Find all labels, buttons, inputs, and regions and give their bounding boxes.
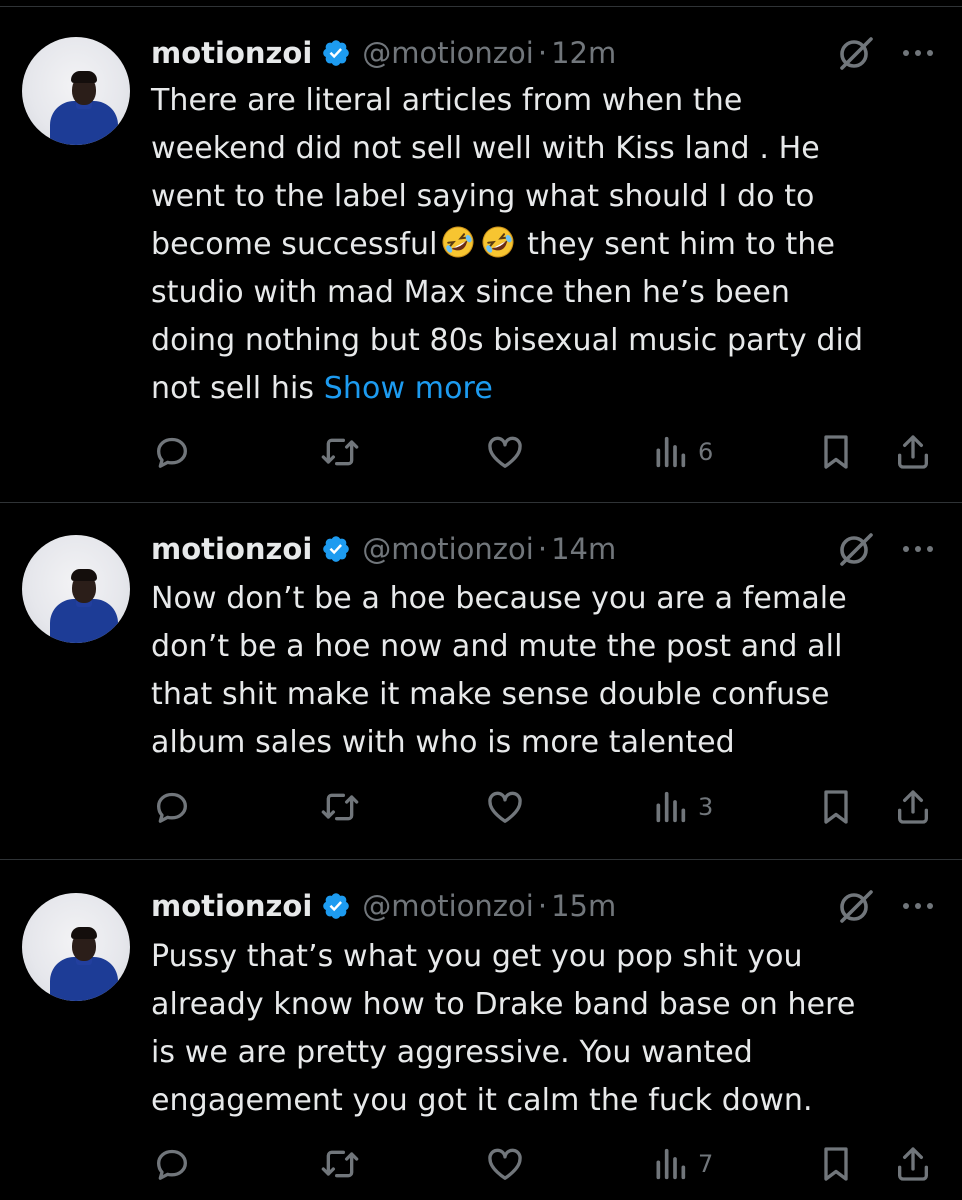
share-button[interactable] [893,1142,933,1186]
separator: · [537,889,548,923]
more-icon[interactable] [898,529,938,569]
reply-button[interactable] [152,430,192,474]
retweet-button[interactable] [318,1142,362,1186]
tweet-line-last: not sell his Show more [151,365,941,413]
tweet-line: Pussy that’s what you get you pop shit y… [151,939,803,974]
share-icon [898,435,928,469]
views-button[interactable]: 3 [652,785,713,829]
views-icon [656,1148,686,1180]
separator: · [537,36,548,70]
top-divider [0,6,962,7]
bookmark-button[interactable] [818,785,854,829]
tweet-divider [0,502,962,503]
share-icon [898,1147,928,1181]
avatar[interactable] [22,893,130,1001]
tweet-line: engagement you got it calm the fuck down… [151,1083,813,1118]
retweet-icon [321,1150,359,1178]
bookmark-icon [824,790,848,824]
tweet-line: don’t be a hoe now and mute the post and… [151,629,843,664]
handle[interactable]: @motionzoi [362,532,534,566]
tweet-line: studio with mad Max since then he’s been [151,275,790,310]
retweet-button[interactable] [318,430,362,474]
timestamp[interactable]: 12m [551,36,616,70]
timestamp[interactable]: 15m [551,889,616,923]
verified-badge-icon [323,40,350,66]
timestamp[interactable]: 14m [551,532,616,566]
like-button[interactable] [484,430,526,474]
tweet-line-with-emoji: become successful they sent him to the [151,221,941,269]
tweet-line: is we are pretty aggressive. You wanted [151,1035,753,1070]
tweet-line: Now don’t be a hoe because you are a fem… [151,581,847,616]
tweet-line-part: become successful [151,227,438,262]
separator: · [537,532,548,566]
tweet-text: Pussy that’s what you get you pop shit y… [151,933,941,1125]
bookmark-button[interactable] [818,1142,854,1186]
tweet-text: There are literal articles from when the… [151,77,941,413]
tweet-line: weekend did not sell well with Kiss land… [151,131,820,166]
display-name[interactable]: motionzoi [151,36,312,70]
tweet-line: went to the label saying what should I d… [151,179,815,214]
verified-badge-icon [323,536,350,562]
retweet-icon [321,438,359,466]
like-icon [488,1148,522,1180]
tweet-header: motionzoi @motionzoi · 15m [151,886,616,926]
avatar[interactable] [22,535,130,643]
reply-icon [157,792,187,823]
tweet-header: motionzoi @motionzoi · 12m [151,33,616,73]
tweet-actions: 6 [0,430,962,474]
view-count: 7 [698,1150,714,1178]
tweet-divider [0,859,962,860]
more-icon[interactable] [898,886,938,926]
views-button[interactable]: 7 [652,1142,713,1186]
view-count: 6 [698,438,714,466]
handle[interactable]: @motionzoi [362,36,534,70]
views-icon [656,791,686,823]
views-button[interactable]: 6 [652,430,713,474]
display-name[interactable]: motionzoi [151,532,312,566]
tweet-line-part: they sent him to the [517,227,836,262]
reply-button[interactable] [152,1142,192,1186]
like-icon [488,436,522,468]
tweet-line: doing nothing but 80s bisexual music par… [151,323,864,358]
rolling-laughing-emoji-icon [442,226,474,258]
tweet-actions: 3 [0,785,962,829]
tweet-actions: 7 [0,1142,962,1186]
reply-icon [157,1149,187,1180]
like-button[interactable] [484,785,526,829]
tweet-line: already know how to Drake band base on h… [151,987,856,1022]
bookmark-button[interactable] [818,430,854,474]
share-icon [898,790,928,824]
show-more-link[interactable]: Show more [324,371,493,406]
tweet-line: album sales with who is more talented [151,725,735,760]
reply-button[interactable] [152,785,192,829]
bookmark-icon [824,1147,848,1181]
avatar[interactable] [22,37,130,145]
reply-icon [157,437,187,468]
grok-icon[interactable] [834,33,878,73]
tweet-line: that shit make it make sense double conf… [151,677,830,712]
share-button[interactable] [893,785,933,829]
display-name[interactable]: motionzoi [151,889,312,923]
tweet-header: motionzoi @motionzoi · 14m [151,529,616,569]
tweet-line: There are literal articles from when the [151,83,743,118]
rolling-laughing-emoji-icon [482,226,514,258]
grok-icon[interactable] [834,886,878,926]
more-icon[interactable] [898,33,938,73]
handle[interactable]: @motionzoi [362,889,534,923]
views-icon [656,436,686,468]
verified-badge-icon [323,893,350,919]
like-icon [488,791,522,823]
view-count: 3 [698,793,714,821]
retweet-button[interactable] [318,785,362,829]
tweet-text: Now don’t be a hoe because you are a fem… [151,575,941,767]
bookmark-icon [824,435,848,469]
grok-icon[interactable] [834,529,878,569]
retweet-icon [321,793,359,821]
tweet-line-part: not sell his [151,371,324,406]
like-button[interactable] [484,1142,526,1186]
share-button[interactable] [893,430,933,474]
